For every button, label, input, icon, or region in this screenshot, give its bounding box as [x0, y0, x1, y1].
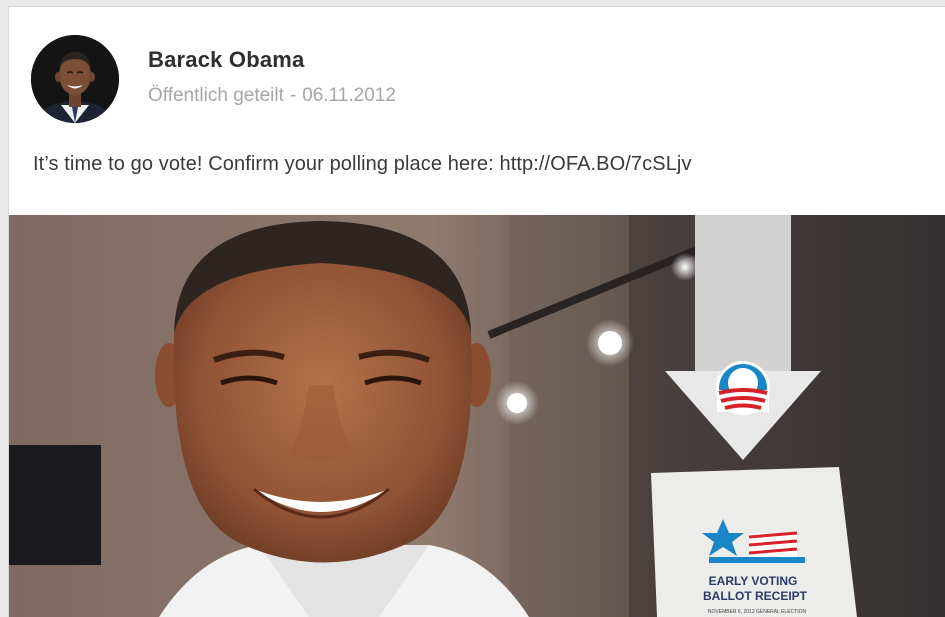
author-name[interactable]: Barack Obama — [148, 47, 305, 73]
post-card: Barack Obama Öffentlich geteilt -06.11.20… — [8, 6, 945, 617]
ballot-receipt: EARLY VOTING BALLOT RECEIPT NOVEMBER 6, … — [651, 467, 857, 617]
meta-separator: - — [289, 85, 297, 106]
author-avatar[interactable] — [31, 35, 119, 123]
campaign-photo: EARLY VOTING BALLOT RECEIPT NOVEMBER 6, … — [9, 215, 945, 617]
post-image[interactable]: EARLY VOTING BALLOT RECEIPT NOVEMBER 6, … — [9, 215, 945, 617]
post-text: It’s time to go vote! Confirm your polli… — [33, 153, 692, 176]
post-message: It’s time to go vote! Confirm your polli… — [33, 153, 494, 175]
obama-logo-icon — [716, 361, 770, 415]
wall-picture — [9, 445, 101, 565]
ceiling-light — [671, 253, 699, 281]
receipt-title-2: BALLOT RECEIPT — [703, 589, 808, 603]
receipt-title-1: EARLY VOTING — [709, 574, 798, 588]
post-date[interactable]: 06.11.2012 — [302, 85, 396, 106]
post-link[interactable]: http://OFA.BO/7cSLjv — [499, 153, 691, 175]
receipt-subtitle: NOVEMBER 6, 2012 GENERAL ELECTION — [708, 609, 807, 615]
post-meta: Öffentlich geteilt -06.11.2012 — [148, 85, 396, 107]
visibility-label: Öffentlich geteilt — [148, 85, 284, 106]
avatar-portrait — [31, 35, 119, 123]
